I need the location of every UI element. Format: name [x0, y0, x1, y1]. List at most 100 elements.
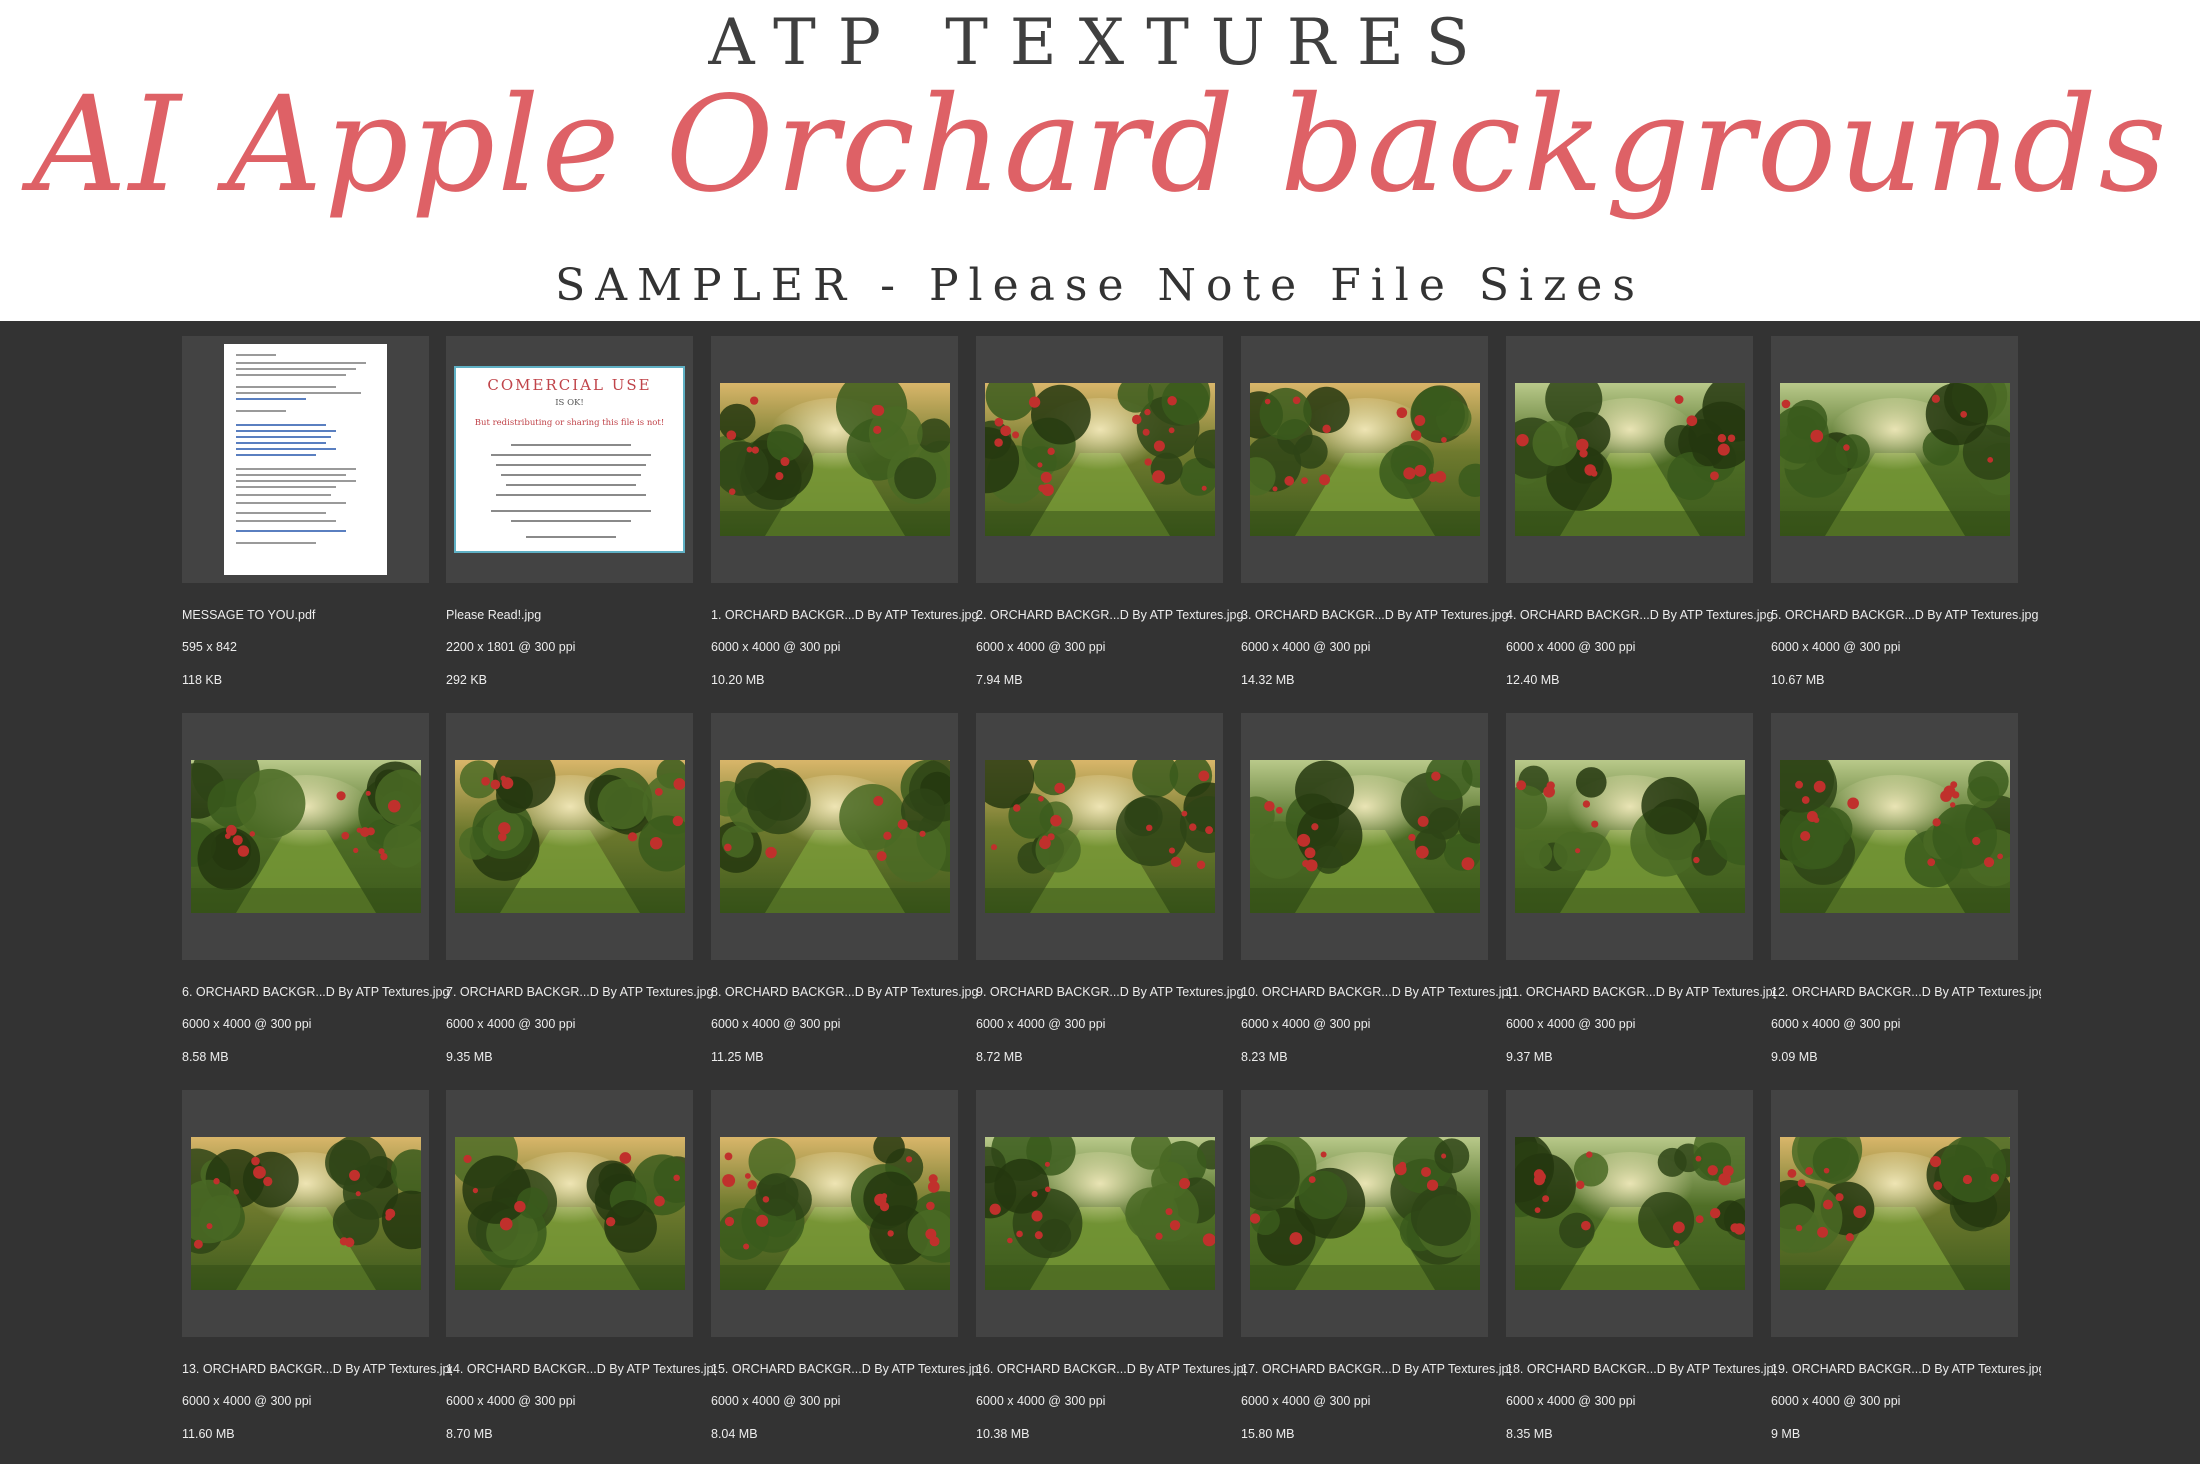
file-name: 16. ORCHARD BACKGR...D By ATP Textures.j… [976, 1362, 1246, 1376]
file-dimensions: 6000 x 4000 @ 300 ppi [711, 1017, 841, 1031]
file-thumbnail[interactable] [182, 336, 429, 583]
orchard-photo-thumbnail [1237, 752, 1497, 913]
file-name: 17. ORCHARD BACKGR...D By ATP Textures.j… [1241, 1362, 1511, 1376]
file-thumbnail[interactable] [1235, 336, 1492, 583]
file-dimensions: 6000 x 4000 @ 300 ppi [976, 1394, 1106, 1408]
file-name: 9. ORCHARD BACKGR...D By ATP Textures.jp… [976, 985, 1244, 999]
orchard-photo-thumbnail [704, 371, 966, 536]
file-thumbnail[interactable] [446, 713, 705, 960]
file-name: MESSAGE TO YOU.pdf [182, 608, 316, 622]
orchard-photo-thumbnail [1235, 383, 1492, 536]
file-dimensions: 6000 x 4000 @ 300 ppi [1241, 640, 1371, 654]
file-dimensions: 6000 x 4000 @ 300 ppi [976, 640, 1106, 654]
file-thumbnail[interactable] [952, 336, 1233, 583]
sampler-subtitle: SAMPLER - Please Note File Sizes [555, 260, 1645, 311]
file-name: 8. ORCHARD BACKGR...D By ATP Textures.jp… [711, 985, 979, 999]
file-name: 11. ORCHARD BACKGR...D By ATP Textures.j… [1506, 985, 1776, 999]
file-thumbnail[interactable] [1765, 1090, 2021, 1337]
file-thumbnail[interactable] [1482, 1090, 1766, 1337]
file-thumbnail[interactable] [973, 713, 1237, 960]
file-size: 11.60 MB [182, 1427, 235, 1441]
file-thumbnail[interactable] [704, 336, 966, 583]
file-browser-grid: MESSAGE TO YOU.pdf 595 x 842 118 KB COMERCI… [0, 321, 2200, 1464]
notice-title: COMERCIAL USE [487, 376, 652, 394]
orchard-photo-thumbnail [169, 739, 432, 913]
file-thumbnail[interactable] [711, 1090, 978, 1337]
file-name: 3. ORCHARD BACKGR...D By ATP Textures.jp… [1241, 608, 1509, 622]
file-name: 15. ORCHARD BACKGR...D By ATP Textures.j… [711, 1362, 981, 1376]
file-dimensions: 6000 x 4000 @ 300 ppi [1771, 1394, 1901, 1408]
file-name: 18. ORCHARD BACKGR...D By ATP Textures.j… [1506, 1362, 1776, 1376]
file-thumbnail[interactable] [169, 713, 432, 960]
file-dimensions: 6000 x 4000 @ 300 ppi [976, 1017, 1106, 1031]
file-size: 8.04 MB [711, 1427, 758, 1441]
file-thumbnail[interactable] [162, 1090, 441, 1337]
file-dimensions: 6000 x 4000 @ 300 ppi [1241, 1394, 1371, 1408]
file-size: 9.35 MB [446, 1050, 493, 1064]
file-size: 12.40 MB [1506, 673, 1560, 687]
file-name: 2. ORCHARD BACKGR...D By ATP Textures.jp… [976, 608, 1244, 622]
file-dimensions: 2200 x 1801 @ 300 ppi [446, 640, 576, 654]
file-name: 7. ORCHARD BACKGR...D By ATP Textures.jp… [446, 985, 714, 999]
file-size: 8.58 MB [182, 1050, 229, 1064]
orchard-photo-thumbnail [973, 747, 1237, 913]
file-size: 11.25 MB [711, 1050, 764, 1064]
orchard-photo-thumbnail [1765, 1117, 2021, 1290]
file-dimensions: 6000 x 4000 @ 300 ppi [446, 1017, 576, 1031]
file-size: 9.09 MB [1771, 1050, 1818, 1064]
orchard-photo-thumbnail [1503, 760, 1780, 913]
commercial-use-notice-preview: COMERCIAL USE IS OK! But redistributing or… [454, 366, 685, 553]
file-name: 12. ORCHARD BACKGR...D By ATP Textures.j… [1771, 985, 2041, 999]
file-dimensions: 6000 x 4000 @ 300 ppi [1506, 1394, 1636, 1408]
file-dimensions: 6000 x 4000 @ 300 ppi [1506, 640, 1636, 654]
file-thumbnail[interactable] [709, 713, 984, 960]
orchard-photo-thumbnail [709, 759, 984, 913]
file-thumbnail[interactable] [1237, 713, 1497, 960]
file-name: Please Read!.jpg [446, 608, 542, 622]
file-thumbnail[interactable] [446, 1090, 701, 1337]
file-size: 10.38 MB [976, 1427, 1030, 1441]
orchard-photo-thumbnail [1482, 1115, 1766, 1290]
file-name: 13. ORCHARD BACKGR...D By ATP Textures.j… [182, 1362, 452, 1376]
file-dimensions: 6000 x 4000 @ 300 ppi [182, 1017, 312, 1031]
file-size: 7.94 MB [976, 673, 1023, 687]
file-size: 8.23 MB [1241, 1050, 1288, 1064]
pdf-document-preview [224, 344, 387, 575]
file-name: 6. ORCHARD BACKGR...D By ATP Textures.jp… [182, 985, 450, 999]
file-size: 8.70 MB [446, 1427, 493, 1441]
notice-subtitle: IS OK! [555, 398, 584, 408]
orchard-photo-thumbnail [1501, 370, 1771, 536]
notice-warning-text: But redistributing or sharing this file … [474, 418, 665, 428]
file-size: 292 KB [446, 673, 488, 687]
file-dimensions: 6000 x 4000 @ 300 ppi [1241, 1017, 1371, 1031]
orchard-photo-thumbnail [1233, 1132, 1481, 1290]
orchard-photo-thumbnail [455, 746, 705, 913]
file-thumbnail[interactable] [1764, 713, 2030, 960]
file-dimensions: 6000 x 4000 @ 300 ppi [711, 640, 841, 654]
file-thumbnail[interactable] [1503, 713, 1780, 960]
file-thumbnail[interactable]: COMERCIAL USE IS OK! But redistributing or… [446, 336, 693, 583]
file-name: 19. ORCHARD BACKGR...D By ATP Textures.j… [1771, 1362, 2041, 1376]
orchard-photo-thumbnail [1771, 367, 2041, 536]
file-thumbnail[interactable] [963, 1090, 1227, 1337]
file-size: 15.80 MB [1241, 1427, 1295, 1441]
file-thumbnail[interactable] [1233, 1090, 1488, 1337]
file-name: 1. ORCHARD BACKGR...D By ATP Textures.jp… [711, 608, 979, 622]
file-dimensions: 6000 x 4000 @ 300 ppi [446, 1394, 576, 1408]
file-size: 9.37 MB [1506, 1050, 1553, 1064]
file-size: 8.72 MB [976, 1050, 1023, 1064]
product-title: AI Apple Orchard backgrounds [31, 68, 2169, 222]
orchard-photo-thumbnail [448, 1119, 701, 1290]
file-name: 10. ORCHARD BACKGR...D By ATP Textures.j… [1241, 985, 1511, 999]
file-dimensions: 6000 x 4000 @ 300 ppi [1771, 1017, 1901, 1031]
file-size: 10.20 MB [711, 673, 765, 687]
file-name: 5. ORCHARD BACKGR...D By ATP Textures.jp… [1771, 608, 2039, 622]
orchard-photo-thumbnail [717, 1131, 978, 1290]
file-size: 10.67 MB [1771, 673, 1825, 687]
file-thumbnail[interactable] [1501, 336, 1771, 583]
file-thumbnail[interactable] [1771, 336, 2041, 583]
file-size: 14.32 MB [1241, 673, 1295, 687]
file-size: 9 MB [1771, 1427, 1801, 1441]
file-dimensions: 6000 x 4000 @ 300 ppi [1506, 1017, 1636, 1031]
file-size: 8.35 MB [1506, 1427, 1553, 1441]
